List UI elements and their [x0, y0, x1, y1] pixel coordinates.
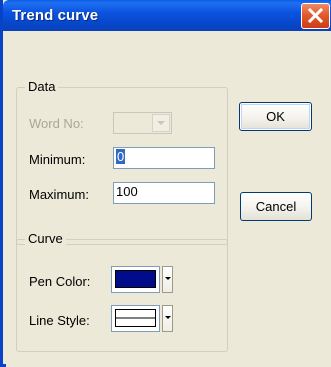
- word-no-combobox[interactable]: [113, 112, 172, 134]
- title-bar[interactable]: Trend curve: [3, 0, 331, 31]
- maximum-value: 100: [116, 184, 138, 199]
- minimum-label: Minimum:: [29, 152, 86, 167]
- word-no-label: Word No:: [29, 116, 84, 131]
- line-style-picker[interactable]: [111, 305, 160, 332]
- pen-color-picker[interactable]: [111, 266, 160, 293]
- pen-color-swatch: [115, 270, 156, 288]
- data-groupbox: Data Word No: Minimum: 0 Maximum: 100: [16, 80, 228, 245]
- close-button[interactable]: [301, 3, 330, 29]
- ok-button[interactable]: OK: [239, 102, 312, 131]
- dialog-body: Data Word No: Minimum: 0 Maximum: 100 Cu…: [6, 31, 331, 367]
- chevron-down-icon: [157, 121, 165, 125]
- minimum-value: 0: [116, 149, 126, 164]
- line-style-label: Line Style:: [29, 313, 90, 328]
- close-icon: [307, 7, 324, 24]
- curve-group-title: Curve: [25, 232, 66, 246]
- line-style-preview-icon: [116, 317, 155, 319]
- pen-color-dropdown-button[interactable]: [162, 266, 173, 293]
- line-style-dropdown-button[interactable]: [162, 305, 173, 332]
- data-group-title: Data: [25, 80, 59, 94]
- minimum-input[interactable]: 0: [113, 147, 215, 169]
- curve-groupbox: Curve Pen Color: Line Style:: [16, 232, 228, 352]
- chevron-down-icon: [165, 316, 171, 319]
- maximum-input[interactable]: 100: [113, 182, 215, 204]
- maximum-label: Maximum:: [29, 187, 89, 202]
- window-title: Trend curve: [12, 7, 99, 24]
- chevron-down-icon: [165, 277, 171, 280]
- line-style-swatch: [115, 309, 156, 327]
- cancel-button[interactable]: Cancel: [240, 192, 312, 221]
- trend-curve-dialog: Trend curve Data Word No: Minimum: 0 Max…: [0, 0, 331, 367]
- word-no-dropdown-button[interactable]: [152, 114, 170, 132]
- pen-color-label: Pen Color:: [29, 274, 91, 289]
